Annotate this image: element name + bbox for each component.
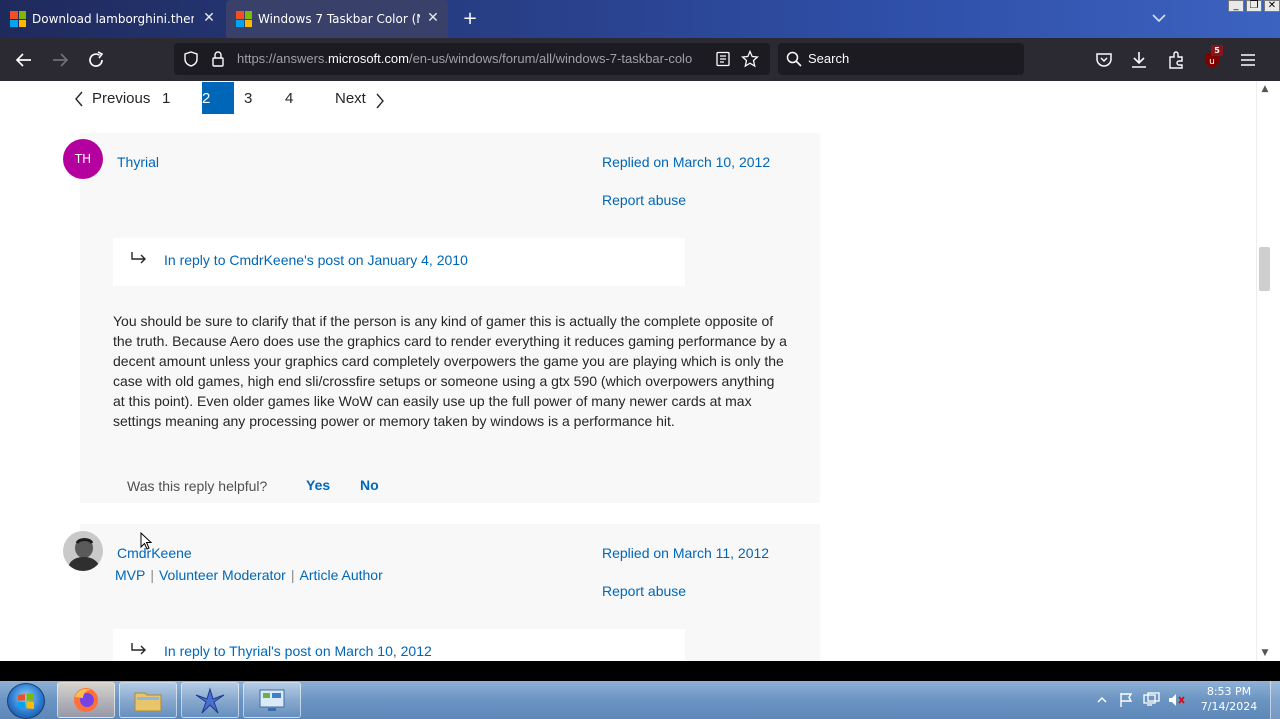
replied-date: Replied on March 11, 2012 — [602, 545, 770, 561]
chevron-left-icon — [75, 91, 83, 107]
tab-title: Windows 7 Taskbar Color (Not Aero) — [258, 12, 420, 26]
minimize-button[interactable]: _ — [1228, 0, 1244, 12]
action-center-flag-icon[interactable] — [1118, 692, 1134, 708]
extension-badge: 5 — [1211, 45, 1223, 56]
next-page-link[interactable]: Next — [334, 82, 394, 114]
previous-page-link[interactable]: Previous — [74, 82, 154, 114]
helpful-question: Was this reply helpful? — [127, 478, 268, 494]
role-volunteer-moderator-link[interactable]: Volunteer Moderator — [159, 567, 286, 583]
page-link-3[interactable]: 3 — [244, 82, 274, 114]
in-reply-to-link[interactable]: In reply to Thyrial's post on March 10, … — [164, 643, 432, 659]
scroll-up-arrow-icon[interactable]: ▲ — [1260, 84, 1270, 94]
helpful-yes-button[interactable]: Yes — [306, 477, 330, 493]
author-name-link[interactable]: Thyrial — [117, 154, 159, 170]
reload-icon[interactable] — [85, 49, 107, 71]
show-hidden-icons-icon[interactable] — [1096, 694, 1108, 706]
window-edge — [1273, 81, 1280, 661]
pocket-icon[interactable] — [1093, 49, 1115, 71]
avatar-initials: TH — [74, 152, 92, 166]
system-clock[interactable]: 8:53 PM 7/14/2024 — [1196, 684, 1262, 714]
search-icon — [786, 51, 802, 67]
forward-icon[interactable] — [49, 49, 71, 71]
chevron-right-icon — [376, 93, 384, 109]
scroll-down-arrow-icon[interactable]: ▼ — [1260, 648, 1270, 658]
page-link-2-current[interactable]: 2 — [202, 82, 234, 114]
taskbar-file-explorer[interactable] — [119, 682, 177, 718]
reply-body-text: You should be sure to clarify that if th… — [113, 313, 787, 429]
back-icon[interactable] — [13, 49, 35, 71]
start-button[interactable] — [7, 683, 45, 719]
system-tray — [1096, 681, 1186, 719]
author-name-link[interactable]: CmdrKeene — [117, 545, 192, 561]
tab-windows-7-taskbar-color[interactable]: Windows 7 Taskbar Color (Not Aero) ✕ — [226, 0, 448, 38]
svg-text:u: u — [1209, 57, 1215, 67]
author-roles: MVP | Volunteer Moderator | Article Author — [115, 567, 383, 583]
in-reply-to-box: In reply to CmdrKeene's post on January … — [113, 238, 685, 286]
tab-download-lamborghini[interactable]: Download lamborghini.themepack ✕ — [0, 0, 224, 38]
folder-icon — [134, 692, 162, 712]
avatar[interactable] — [63, 531, 103, 571]
lock-icon[interactable] — [210, 50, 226, 68]
firefox-icon — [74, 688, 98, 712]
navigation-toolbar: https://answers.microsoft.com/en-us/wind… — [0, 38, 1280, 81]
report-abuse-link[interactable]: Report abuse — [602, 583, 686, 599]
url-text[interactable]: https://answers.microsoft.com/en-us/wind… — [237, 51, 705, 66]
role-separator: | — [150, 567, 154, 583]
in-reply-to-box: In reply to Thyrial's post on March 10, … — [113, 629, 685, 661]
taskbar-app-bird[interactable] — [181, 682, 239, 718]
close-window-button[interactable]: ✕ — [1264, 0, 1280, 12]
vertical-scrollbar[interactable]: ▲ ▼ — [1256, 81, 1273, 661]
window-controls: _ ❐ ✕ — [1226, 0, 1280, 12]
volume-muted-icon[interactable] — [1168, 692, 1186, 708]
search-placeholder: Search — [808, 51, 850, 66]
clock-time: 8:53 PM — [1206, 685, 1252, 698]
address-bar[interactable]: https://answers.microsoft.com/en-us/wind… — [174, 43, 770, 75]
restore-button[interactable]: ❐ — [1246, 0, 1262, 12]
avatar[interactable]: TH — [63, 139, 103, 179]
scrollbar-thumb[interactable] — [1259, 247, 1270, 291]
list-all-tabs-icon[interactable] — [1150, 9, 1168, 27]
taskbar-control-panel[interactable] — [243, 682, 301, 718]
bookmark-star-icon[interactable] — [741, 50, 759, 68]
control-panel-icon — [259, 689, 285, 711]
role-article-author-link[interactable]: Article Author — [299, 567, 382, 583]
clock-date: 7/14/2024 — [1200, 700, 1258, 713]
windows-logo-icon — [18, 693, 34, 709]
close-tab-icon[interactable]: ✕ — [426, 10, 440, 26]
reader-view-icon[interactable] — [715, 51, 731, 67]
tab-title: Download lamborghini.themepack — [32, 12, 194, 26]
new-tab-button[interactable]: + — [459, 8, 481, 30]
reply-arrow-icon — [131, 643, 146, 655]
downloads-icon[interactable] — [1128, 49, 1150, 71]
search-bar[interactable]: Search — [778, 43, 1024, 75]
taskbar-firefox[interactable] — [57, 682, 115, 718]
extensions-icon[interactable] — [1165, 49, 1187, 71]
helpful-no-button[interactable]: No — [360, 477, 379, 493]
report-abuse-link[interactable]: Report abuse — [602, 192, 686, 208]
window-bottom-edge — [0, 661, 1280, 681]
shield-icon[interactable] — [182, 50, 200, 68]
microsoft-logo-icon — [10, 11, 26, 27]
reply-arrow-icon — [131, 252, 146, 264]
show-desktop-button[interactable] — [1270, 681, 1280, 719]
bird-app-icon — [195, 687, 225, 714]
page-link-4[interactable]: 4 — [285, 82, 315, 114]
role-mvp-link[interactable]: MVP — [115, 567, 145, 583]
close-tab-icon[interactable]: ✕ — [202, 10, 216, 26]
tab-strip: Download lamborghini.themepack ✕ Windows… — [0, 0, 1280, 38]
role-separator: | — [290, 567, 295, 583]
network-icon[interactable] — [1142, 692, 1160, 708]
microsoft-logo-icon — [236, 11, 252, 27]
in-reply-to-link[interactable]: In reply to CmdrKeene's post on January … — [164, 252, 468, 268]
replied-date: Replied on March 10, 2012 — [602, 154, 771, 170]
mouse-pointer-icon — [140, 532, 152, 550]
page-link-1[interactable]: 1 — [162, 82, 192, 114]
page-content: Previous 1 2 3 4 Next TH Thyrial Replied… — [0, 81, 1256, 661]
menu-hamburger-icon[interactable] — [1237, 49, 1259, 71]
windows-taskbar: 8:53 PM 7/14/2024 — [0, 681, 1280, 719]
